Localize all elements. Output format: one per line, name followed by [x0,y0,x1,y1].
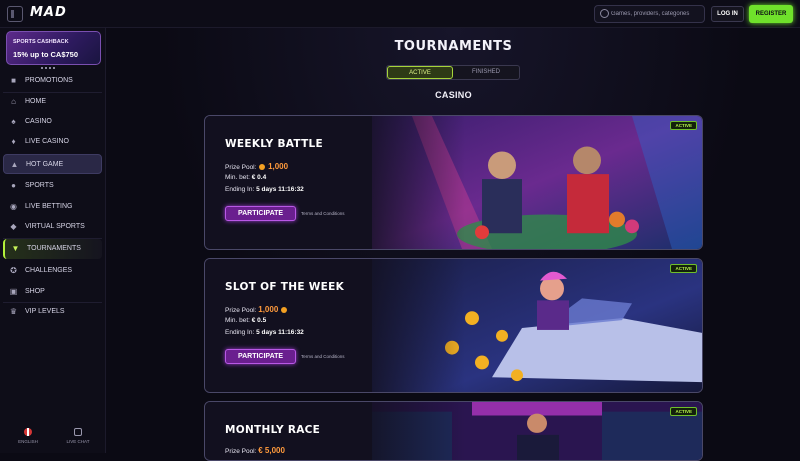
trophy-icon: ▼ [11,244,20,253]
section-title: CASINO [435,90,472,100]
sidebar-item-live-betting[interactable]: ◉ LIVE BETTING [3,197,102,217]
promo-title: SPORTS CASHBACK [13,39,69,45]
sidebar-item-promotions[interactable]: ■ PROMOTIONS [3,71,102,91]
logo[interactable]: MAD [30,5,67,20]
participate-button[interactable]: PARTICIPATE [225,206,296,221]
coin-icon [281,307,288,313]
sidebar-toggle-icon[interactable] [7,6,23,22]
crown-icon: ♛ [9,307,18,316]
coin-icon [259,164,266,170]
prize-pool: Prize Pool: 1,000 [225,305,288,314]
casino-icon: ♠ [11,117,16,126]
card-title: WEEKLY BATTLE [225,138,324,150]
controller-icon: ◆ [10,222,17,231]
home-icon: ⌂ [11,97,16,106]
live-casino-icon: ♦ [11,137,16,146]
search-box[interactable] [594,5,705,23]
sidebar-item-hot-game[interactable]: ▲ HOT GAME [3,154,102,174]
status-badge: ACTIVE [670,264,697,273]
status-badge: ACTIVE [670,121,697,130]
flag-icon [24,428,32,436]
live-icon: ◉ [10,202,17,211]
tournament-card: ACTIVE MONTHLY RACE Prize Pool: € 5,000 [204,401,703,461]
tab-finished[interactable]: FINISHED [453,66,519,79]
participate-button[interactable]: PARTICIPATE [225,349,296,364]
sidebar-item-home[interactable]: ⌂ HOME [3,92,102,112]
status-badge: ACTIVE [670,407,697,416]
chat-icon [74,428,82,436]
tab-active[interactable]: ACTIVE [387,66,453,79]
main-content: TOURNAMENTS ACTIVE FINISHED CASINO ACTIV… [107,28,800,461]
top-bar: MAD LOG IN REGISTER [0,0,800,28]
sidebar-item-live-casino[interactable]: ♦ LIVE CASINO [3,132,102,152]
terms-link[interactable]: Terms and Conditions [301,211,345,216]
card-title: MONTHLY RACE [225,424,321,436]
terms-link[interactable]: Terms and Conditions [301,354,345,359]
ending-in: Ending In: 5 days 11:16:32 [225,186,304,193]
medal-icon: ✪ [10,266,17,275]
sidebar-item-vip-levels[interactable]: ♛ VIP LEVELS [3,302,102,322]
search-icon [600,9,609,18]
search-input[interactable] [611,8,703,20]
shop-icon: ▣ [9,287,18,296]
gift-icon: ■ [11,76,16,85]
ending-in: Ending In: 5 days 11:16:32 [225,329,304,336]
sidebar-item-challenges[interactable]: ✪ CHALLENGES [3,261,102,281]
sports-cashback-banner[interactable]: SPORTS CASHBACK 15% up to CA$750 [6,31,101,65]
login-button[interactable]: LOG IN [711,6,744,22]
sidebar-item-casino[interactable]: ♠ CASINO [3,112,102,132]
status-toggle: ACTIVE FINISHED [386,65,520,80]
promo-text: 15% up to CA$750 [13,50,79,59]
page-title: TOURNAMENTS [394,39,513,54]
register-button[interactable]: REGISTER [749,5,793,23]
tournament-card: ACTIVE WEEKLY BATTLE Prize Pool: 1,000 M… [204,115,703,250]
min-bet: Min. bet: € 0.5 [225,317,267,324]
carousel-dots[interactable] [41,67,55,69]
fire-icon: ▲ [10,160,19,169]
tournament-card: ACTIVE SLOT OF THE WEEK Prize Pool: 1,00… [204,258,703,393]
language-selector[interactable]: ENGLISH [13,428,43,444]
sidebar-item-shop[interactable]: ▣ SHOP [3,282,102,302]
sidebar-item-sports[interactable]: ● SPORTS [3,176,102,196]
min-bet: Min. bet: € 0.4 [225,174,267,181]
prize-pool: Prize Pool: € 5,000 [225,446,285,455]
sidebar: SPORTS CASHBACK 15% up to CA$750 ■ PROMO… [0,28,106,453]
sidebar-item-tournaments[interactable]: ▼ TOURNAMENTS [3,239,102,259]
card-title: SLOT OF THE WEEK [225,281,345,293]
prize-pool: Prize Pool: 1,000 [225,162,289,171]
sidebar-item-virtual-sports[interactable]: ◆ VIRTUAL SPORTS [3,217,102,237]
live-chat-button[interactable]: LIVE CHAT [63,428,93,444]
ball-icon: ● [11,181,16,190]
